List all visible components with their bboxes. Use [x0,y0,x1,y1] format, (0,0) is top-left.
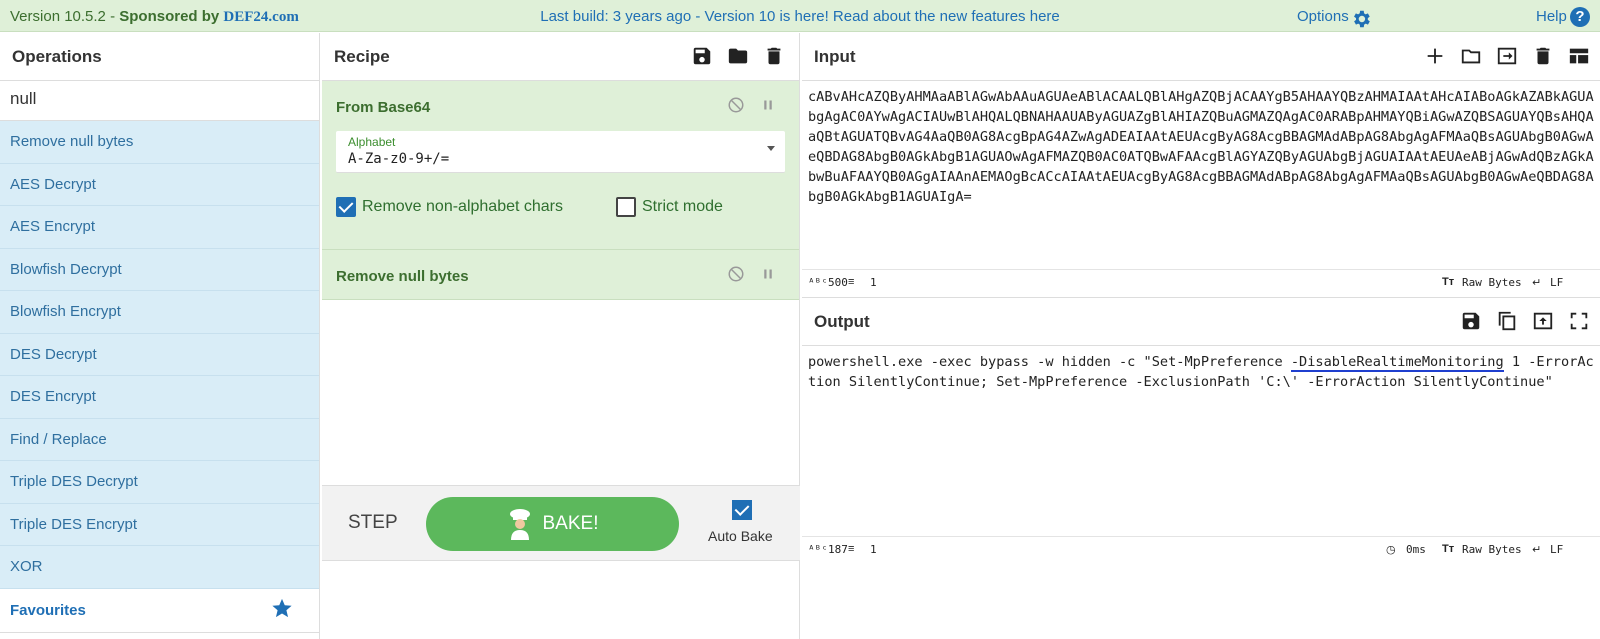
output-eol[interactable]: LF [1550,543,1563,556]
disable-icon[interactable] [727,265,745,283]
bake-label: BAKE! [542,513,599,534]
input-eol[interactable]: LF [1550,276,1563,289]
checkbox-checked-icon [336,197,356,217]
recipe-pane: Recipe From Base64 Alphabet A-Za-z0-9+/=… [322,33,800,639]
text-encoding-icon[interactable]: Tт [1442,276,1454,288]
layout-icon[interactable] [1568,45,1590,67]
input-length: 500 [828,276,848,289]
chef-icon [509,509,530,540]
trash-icon[interactable] [1532,45,1554,67]
output-encoding[interactable]: Raw Bytes [1462,543,1522,556]
strict-mode-label: Strict mode [642,198,723,215]
output-bake-time: 0ms [1406,543,1426,556]
trash-icon[interactable] [763,45,785,67]
star-icon[interactable] [271,597,293,619]
input-status-bar: ᴬᴮᶜ 500 ≡ 1 Tт Raw Bytes ↵ LF [802,269,1600,293]
step-controls [727,96,777,114]
pause-icon[interactable] [759,96,777,114]
folder-icon[interactable] [1460,45,1482,67]
operation-item[interactable]: Blowfish Encrypt [0,291,319,334]
operation-item[interactable]: Triple DES Encrypt [0,503,319,546]
save-icon[interactable] [1460,310,1482,332]
operation-item[interactable]: Blowfish Decrypt [0,248,319,291]
favourites-label: Favourites [10,601,86,619]
eol-icon: ↵ [1532,277,1542,289]
bake-button[interactable]: BAKE! [426,497,679,551]
help-link[interactable]: Help [1536,8,1567,25]
plus-icon[interactable] [1424,45,1446,67]
operation-item[interactable]: DES Decrypt [0,333,319,376]
input-encoding[interactable]: Raw Bytes [1462,276,1522,289]
output-text-start: powershell.exe -exec bypass -w hidden -c… [808,354,1291,370]
output-lines: 1 [870,543,877,556]
maximize-icon[interactable] [1568,310,1590,332]
input-toolbar [1424,45,1590,67]
recipe-step-from-base64: From Base64 Alphabet A-Za-z0-9+/= Remove… [322,81,799,250]
checkbox-unchecked-icon [616,197,636,217]
alphabet-label: Alphabet [348,135,396,149]
top-banner: Version 10.5.2 - Sponsored by DEF24.com … [0,0,1600,32]
operations-list: Remove null bytes AES Decrypt AES Encryp… [0,121,319,589]
output-highlight: -DisableRealtimeMonitoring [1290,354,1504,372]
operation-item[interactable]: Remove null bytes [0,121,319,164]
remove-non-alphabet-label: Remove non-alphabet chars [362,198,564,215]
output-section: Output powershell.exe -exec bypass -w hi… [802,297,1600,639]
operation-item[interactable]: AES Encrypt [0,206,319,249]
operations-search-input[interactable]: null [0,81,319,121]
lines-icon: ≡ [848,543,855,555]
folder-icon[interactable] [727,45,749,67]
input-lines: 1 [870,276,877,289]
strict-mode-checkbox[interactable]: Strict mode [616,197,723,217]
bake-controls: STEP BAKE! Auto Bake [322,485,800,561]
input-textarea[interactable]: cABvAHcAZQByAHMAaABlAGwAbAAuAGUAeABlACAA… [802,81,1600,267]
abc-icon: ᴬᴮᶜ [808,276,828,289]
gear-icon[interactable] [1350,8,1372,30]
operation-item[interactable]: XOR [0,546,319,589]
operation-item[interactable]: Triple DES Decrypt [0,461,319,504]
disable-icon[interactable] [727,96,745,114]
remove-non-alphabet-checkbox[interactable]: Remove non-alphabet chars [336,197,563,217]
operation-item[interactable]: AES Decrypt [0,163,319,206]
output-status-bar: ᴬᴮᶜ 187 ≡ 1 ◷ 0ms Tт Raw Bytes ↵ LF [802,536,1600,560]
eol-icon: ↵ [1532,544,1542,556]
output-toolbar [1460,310,1590,332]
step-options: Remove non-alphabet chars Strict mode [322,173,799,251]
replace-input-icon[interactable] [1532,310,1554,332]
alphabet-value: A-Za-z0-9+/= [348,151,450,167]
chevron-down-icon [767,146,775,151]
favourites-category[interactable]: Favourites [0,588,319,633]
operation-item[interactable]: Find / Replace [0,418,319,461]
auto-bake-label: Auto Bake [708,528,773,544]
save-icon[interactable] [691,45,713,67]
operation-item[interactable]: DES Encrypt [0,376,319,419]
options-link[interactable]: Options [1297,8,1349,25]
operations-title: Operations [0,33,319,81]
copy-icon[interactable] [1496,310,1518,332]
io-pane: Input cABvAHcAZQByAHMAaABlAGwAbAAuAGUAeA… [802,33,1600,639]
lines-icon: ≡ [848,276,855,288]
output-text: powershell.exe -exec bypass -w hidden -c… [802,346,1600,536]
alphabet-select[interactable]: Alphabet A-Za-z0-9+/= [336,131,785,173]
output-length: 187 [828,543,848,556]
pause-icon[interactable] [759,265,777,283]
step-controls [727,265,777,283]
recipe-step-remove-null-bytes: Remove null bytes [322,250,799,300]
operations-pane: Operations null Remove null bytes AES De… [0,33,320,639]
clock-icon: ◷ [1386,544,1396,556]
abc-icon: ᴬᴮᶜ [808,543,828,556]
import-icon[interactable] [1496,45,1518,67]
recipe-toolbar [691,45,785,67]
step-button[interactable]: STEP [348,512,398,534]
text-encoding-icon[interactable]: Tт [1442,543,1454,555]
help-icon[interactable]: ? [1570,7,1590,27]
auto-bake-checkbox[interactable] [732,500,752,520]
